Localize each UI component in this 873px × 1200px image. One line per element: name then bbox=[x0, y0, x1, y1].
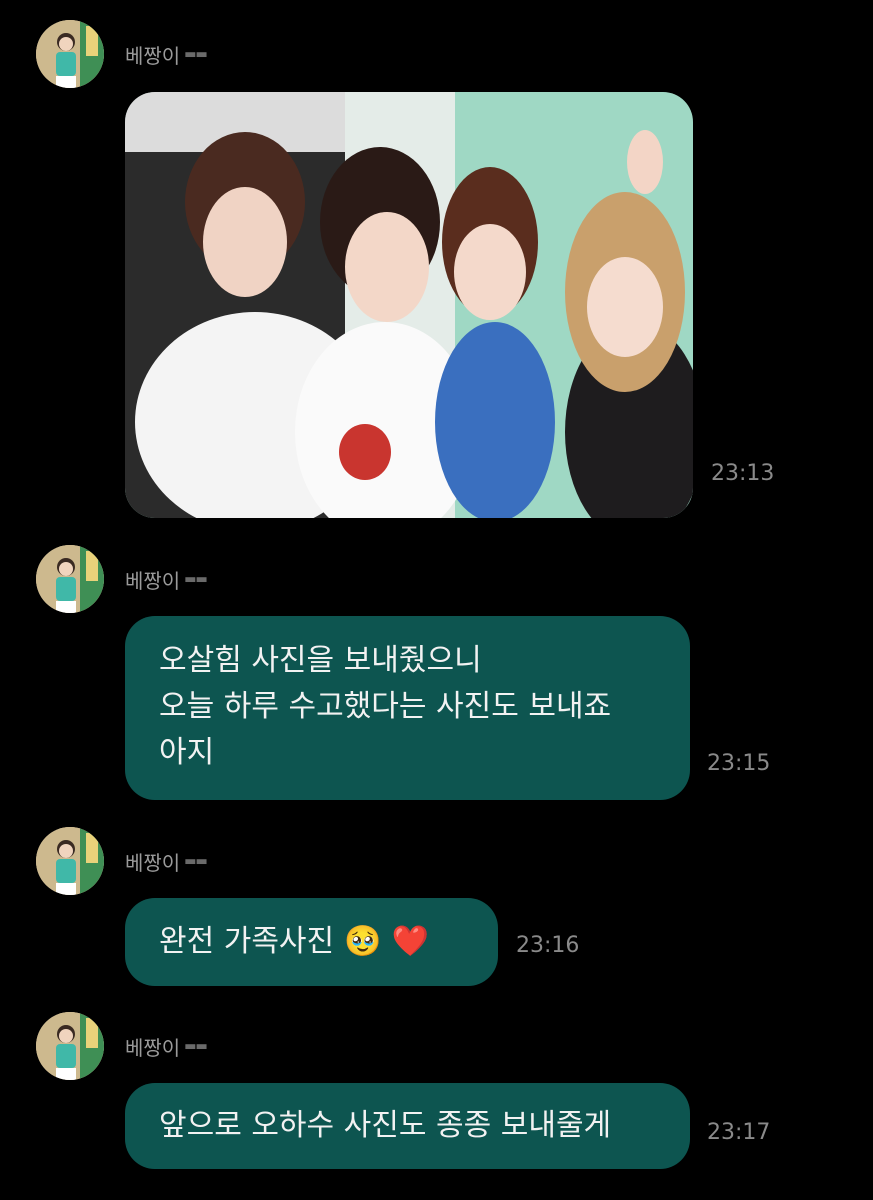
sender-name: 베짱이 bbox=[125, 1036, 181, 1060]
message-text: 완전 가족사진 bbox=[159, 924, 335, 959]
message-line: 오늘 하루 수고했다는 사진도 보내죠 bbox=[159, 689, 612, 724]
sunglasses-icon: ▬▬ bbox=[184, 854, 208, 869]
message-text: 앞으로 오하수 사진도 종종 보내줄게 bbox=[159, 1108, 612, 1143]
sunglasses-icon: ▬▬ bbox=[184, 1039, 208, 1054]
message-line: 오살힘 사진을 보내줬으니 bbox=[159, 643, 482, 678]
sender-name: 베짱이 bbox=[125, 851, 181, 875]
sender-avatar[interactable] bbox=[36, 20, 104, 88]
sender-name-row: 베짱이 ▬▬ bbox=[125, 1032, 208, 1061]
red-heart-icon: ❤️ bbox=[391, 924, 429, 959]
sender-name-row: 베짱이 ▬▬ bbox=[125, 40, 208, 69]
message-bubble[interactable]: 오살힘 사진을 보내줬으니 오늘 하루 수고했다는 사진도 보내죠 아지 bbox=[125, 616, 690, 800]
sender-name-row: 베짱이 ▬▬ bbox=[125, 565, 208, 594]
sender-avatar[interactable] bbox=[36, 545, 104, 613]
message-time: 23:16 bbox=[516, 933, 580, 958]
message-time: 23:17 bbox=[707, 1120, 771, 1145]
message-bubble[interactable]: 앞으로 오하수 사진도 종종 보내줄게 bbox=[125, 1083, 690, 1169]
sunglasses-icon: ▬▬ bbox=[184, 572, 208, 587]
message-line: 아지 bbox=[159, 735, 215, 770]
sender-avatar[interactable] bbox=[36, 1012, 104, 1080]
sunglasses-icon: ▬▬ bbox=[184, 47, 208, 62]
message-photo[interactable] bbox=[125, 92, 693, 518]
message-time: 23:15 bbox=[707, 751, 771, 776]
sender-name: 베짱이 bbox=[125, 569, 181, 593]
sender-avatar[interactable] bbox=[36, 827, 104, 895]
pleading-face-icon: 🥹 bbox=[344, 924, 382, 959]
message-bubble[interactable]: 완전 가족사진 🥹 ❤️ bbox=[125, 898, 498, 986]
sender-name: 베짱이 bbox=[125, 44, 181, 68]
sender-name-row: 베짱이 ▬▬ bbox=[125, 847, 208, 876]
message-time: 23:13 bbox=[711, 461, 775, 486]
